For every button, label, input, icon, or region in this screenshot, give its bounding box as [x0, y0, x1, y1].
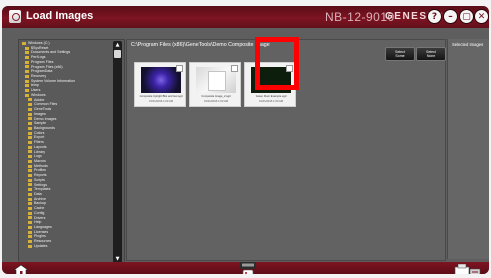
- app-logo-icon: [9, 10, 21, 23]
- select-none-label-bottom: None: [426, 54, 436, 58]
- folder-icon: [25, 93, 29, 97]
- close-button[interactable]: ✕: [474, 9, 489, 24]
- selected-images-title: Selected Images: [452, 42, 484, 47]
- thumbnail-date: 01/01/2016 1:00 AM: [148, 100, 174, 103]
- scroll-thumb[interactable]: [114, 50, 121, 58]
- print-icon[interactable]: [454, 264, 482, 274]
- thumbnail-name: Green Fluor Example.sgd: [255, 95, 287, 98]
- help-icon: ?: [431, 12, 438, 22]
- highlight-box: [255, 37, 299, 90]
- thumbnail-image: [196, 67, 236, 93]
- load-images-window: Load Images NB-12-9010 GENESYS ? – ▢ ✕ W…: [2, 6, 489, 274]
- folder-icon: [28, 145, 32, 149]
- folder-icon: [28, 211, 32, 215]
- window-title: Load Images: [26, 10, 94, 22]
- folder-icon: [25, 89, 29, 93]
- folder-tree-list: Windows (C:) $SysReset Documents and Setti…: [22, 41, 75, 249]
- home-icon[interactable]: [13, 264, 29, 274]
- folder-icon: [28, 178, 32, 182]
- folder-icon: [28, 240, 32, 244]
- load-icon[interactable]: [237, 262, 259, 274]
- folder-icon: [25, 60, 29, 64]
- folder-tree-scrollbar[interactable]: ▲ ▼: [113, 41, 122, 263]
- close-icon: ✕: [477, 12, 486, 22]
- folder-path: C:\Program Files (x86)\GeneTools\Demo Co…: [131, 42, 270, 48]
- folder-icon: [28, 221, 32, 225]
- folder-icon: [28, 150, 32, 154]
- folder-icon: [28, 230, 32, 234]
- folder-icon: [25, 74, 29, 78]
- folder-tree-label: Updates: [34, 243, 48, 248]
- image-thumbnail[interactable]: Composite Image_2.sgd 01/01/2016 1:00 AM: [189, 62, 241, 107]
- folder-tree[interactable]: Windows (C:) $SysReset Documents and Setti…: [18, 39, 125, 263]
- folder-icon: [28, 225, 32, 229]
- folder-icon: [28, 103, 32, 107]
- maximize-icon: ▢: [462, 12, 471, 22]
- folder-icon: [25, 65, 29, 69]
- folder-icon: [28, 98, 32, 102]
- select-some-button[interactable]: Select Some: [385, 47, 415, 61]
- folder-tree-item[interactable]: Updates: [22, 244, 75, 249]
- thumbnail-date: 01/01/2016 1:00 AM: [203, 100, 229, 103]
- folder-icon: [28, 235, 32, 239]
- thumbnail-checkbox[interactable]: [231, 65, 238, 72]
- select-some-label-bottom: Some: [395, 54, 405, 58]
- scroll-up-arrow-icon[interactable]: ▲: [113, 41, 122, 49]
- folder-icon: [28, 131, 32, 135]
- folder-icon: [28, 159, 32, 163]
- minimize-button[interactable]: –: [443, 9, 458, 24]
- thumbnail-name: Composite Upright Blot and Gel.sgd: [139, 95, 183, 98]
- folder-icon: [25, 51, 29, 55]
- thumbnail-checkbox[interactable]: [176, 65, 183, 72]
- folder-icon: [28, 126, 32, 130]
- folder-icon: [28, 183, 32, 187]
- folder-icon: [28, 136, 32, 140]
- folder-icon: [28, 155, 32, 159]
- folder-icon: [25, 79, 29, 83]
- folder-icon: [28, 173, 32, 177]
- folder-icon: [25, 46, 29, 50]
- thumbnail-date: 01/01/2016 1:00 AM: [258, 100, 284, 103]
- thumbnail-name: Composite Image_2.sgd: [201, 95, 231, 98]
- folder-icon: [25, 56, 29, 60]
- image-thumbnail[interactable]: Composite Upright Blot and Gel.sgd 01/01…: [134, 62, 186, 107]
- folder-icon: [28, 244, 32, 248]
- folder-icon: [28, 192, 32, 196]
- selected-images-panel: Selected Images: [447, 39, 489, 259]
- folder-icon: [28, 164, 32, 168]
- folder-icon: [25, 70, 29, 74]
- folder-icon: [28, 112, 32, 116]
- folder-icon: [28, 169, 32, 173]
- folder-icon: [25, 84, 29, 88]
- folder-icon: [28, 107, 32, 111]
- title-bar: Load Images NB-12-9010 GENESYS ? – ▢ ✕: [2, 6, 489, 28]
- thumbnail-image: [141, 67, 181, 93]
- select-none-button[interactable]: Select None: [416, 47, 446, 61]
- help-button[interactable]: ?: [427, 9, 442, 24]
- folder-icon: [28, 197, 32, 201]
- folder-icon: [28, 117, 32, 121]
- folder-icon: [28, 202, 32, 206]
- folder-icon: [28, 216, 32, 220]
- folder-icon: [28, 122, 32, 126]
- folder-icon: [28, 140, 32, 144]
- folder-icon: [28, 207, 32, 211]
- folder-icon: [28, 188, 32, 192]
- folder-icon: [22, 41, 26, 45]
- minimize-icon: –: [448, 12, 453, 22]
- maximize-button[interactable]: ▢: [459, 9, 474, 24]
